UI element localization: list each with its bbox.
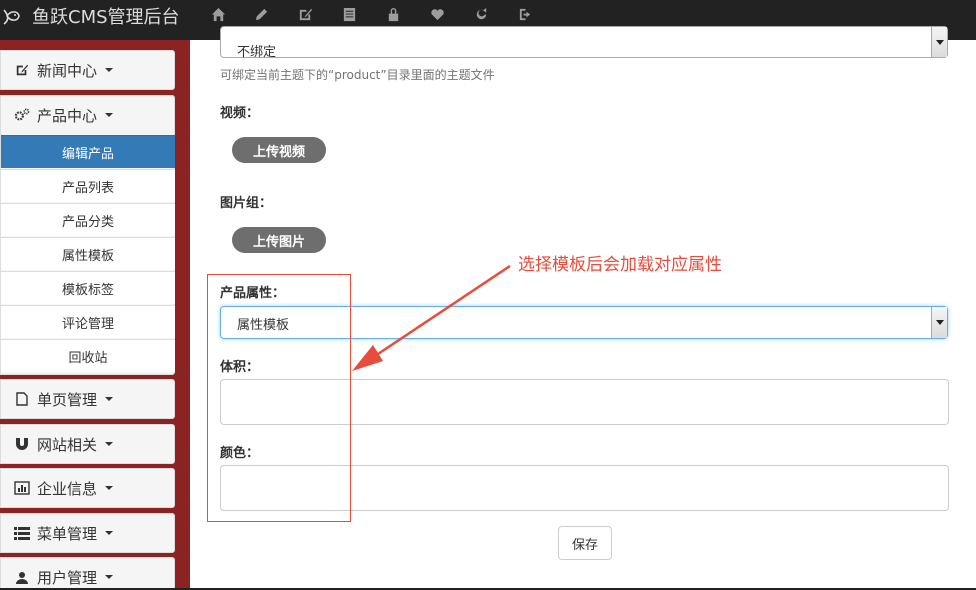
list-icon [13,526,31,540]
caret-down-icon [105,486,114,490]
select-value: 不绑定 [237,45,277,60]
dropdown-arrow-icon [931,27,947,57]
upload-image-button[interactable]: 上传图片 [232,227,326,253]
sidebar-item-label: 菜单管理 [37,524,98,543]
sidebar-item-label: 网站相关 [37,435,98,454]
sidebar-item-pages[interactable]: 单页管理 [0,379,175,419]
lock-icon[interactable] [384,5,402,23]
pencil-icon[interactable] [252,5,270,23]
sidebar-item-company[interactable]: 企业信息 [0,468,175,508]
list-icon[interactable] [340,5,358,23]
edit-icon[interactable] [296,5,314,23]
sidebar-item-label: 用户管理 [37,568,98,587]
caret-down-icon [105,575,114,579]
fish-logo-icon [0,5,22,27]
magnet-icon [13,437,31,451]
file-icon [13,392,31,406]
sidebar: 新闻中心 产品中心 编辑产品 产品列表 产品分类 属性模板 模板标签 评论管理 … [0,40,190,590]
sidebar-subitem-attr-template[interactable]: 属性模板 [1,237,175,270]
video-label: 视频： [220,106,260,121]
brand[interactable]: 鱼跃CMS管理后台 [0,0,180,32]
theme-bind-select[interactable]: 不绑定 [220,26,948,60]
annotation-highlight-box [207,274,351,522]
sidebar-item-site[interactable]: 网站相关 [0,424,175,464]
edit-icon [13,63,31,77]
sidebar-subitem-product-category[interactable]: 产品分类 [1,203,175,236]
caret-down-icon [105,442,114,446]
logout-icon[interactable] [516,5,534,23]
caret-down-icon [105,113,114,117]
annotation-text: 选择模板后会加载对应属性 [518,255,722,275]
sidebar-subitem-edit-product[interactable]: 编辑产品 [1,135,175,168]
sidebar-subitem-template-tags[interactable]: 模板标签 [1,271,175,304]
sidebar-item-users[interactable]: 用户管理 [0,557,175,590]
main-content: 不绑定 可绑定当前主题下的“product”目录里面的主题文件 视频： 上传视频… [190,26,976,590]
cogs-icon [13,108,31,122]
theme-bind-help: 可绑定当前主题下的“product”目录里面的主题文件 [220,68,495,82]
sidebar-item-label: 单页管理 [37,390,98,409]
save-button[interactable]: 保存 [558,526,612,560]
user-icon [13,571,31,584]
sidebar-item-label: 新闻中心 [37,61,98,80]
chart-icon [13,481,31,495]
upload-video-button[interactable]: 上传视频 [232,137,326,163]
sidebar-item-products[interactable]: 产品中心 [1,96,174,134]
refresh-icon[interactable] [472,5,490,23]
sidebar-item-news[interactable]: 新闻中心 [0,50,175,90]
sidebar-subitem-recycle-bin[interactable]: 回收站 [1,339,175,372]
caret-down-icon [105,397,114,401]
sidebar-group-products: 产品中心 编辑产品 产品列表 产品分类 属性模板 模板标签 评论管理 回收站 [0,95,175,375]
dropdown-arrow-icon [931,307,947,338]
image-group-label: 图片组： [220,196,273,211]
sidebar-item-label: 企业信息 [37,479,98,498]
sidebar-subitem-product-list[interactable]: 产品列表 [1,169,175,202]
brand-title: 鱼跃CMS管理后台 [32,7,180,28]
caret-down-icon [105,68,114,72]
sidebar-item-label: 产品中心 [37,106,98,125]
sidebar-item-menu[interactable]: 菜单管理 [0,513,175,553]
caret-down-icon [105,531,114,535]
sidebar-subitem-comments[interactable]: 评论管理 [1,305,175,338]
home-icon[interactable] [209,5,227,23]
heart-icon[interactable] [428,5,446,23]
